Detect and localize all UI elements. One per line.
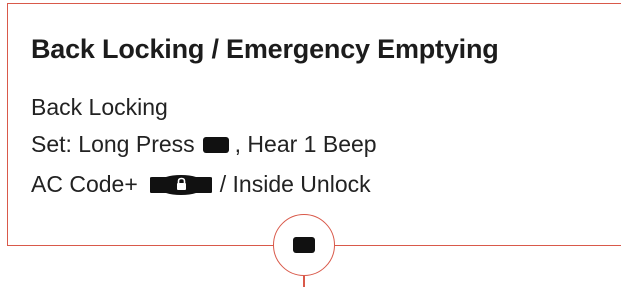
hear-beep-text: , Hear 1 Beep	[234, 131, 377, 157]
instruction-line-back-locking: Back Locking	[31, 94, 168, 121]
connector-line	[303, 276, 305, 287]
lock-key-icon	[148, 174, 214, 196]
round-button-key-icon	[293, 237, 315, 253]
back-locking-label: Back Locking	[31, 94, 168, 120]
ac-code-text: AC Code+	[31, 171, 138, 197]
black-key-button-icon	[202, 136, 229, 153]
instruction-line-set: Set: Long Press , Hear 1 Beep	[31, 131, 377, 158]
instruction-line-ac-code: AC Code+ / Inside Unlock	[31, 171, 371, 198]
inside-unlock-text: / Inside Unlock	[219, 171, 371, 197]
page-title: Back Locking / Emergency Emptying	[31, 34, 499, 64]
set-instruction-text: Set: Long Press	[31, 131, 195, 157]
round-key-button[interactable]	[273, 214, 335, 276]
